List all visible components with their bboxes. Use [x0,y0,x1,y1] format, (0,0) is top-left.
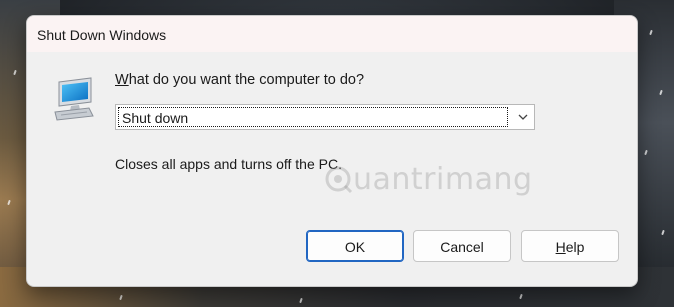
help-button-mnemonic: H [555,239,566,255]
quantrimang-logo-icon [325,166,353,194]
computer-icon [51,76,97,122]
dialog-titlebar[interactable]: Shut Down Windows [27,16,637,52]
help-button-text: elp [565,239,585,255]
selected-action: Shut down [122,110,189,126]
select-focus-rect: Shut down [118,107,508,127]
shutdown-dialog: Shut Down Windows What do you want the c… [26,15,638,287]
shutdown-action-select[interactable]: Shut down [115,104,535,130]
help-button[interactable]: Help [521,230,619,262]
question-label-mnemonic: W [115,72,129,88]
question-label-text: hat do you want the computer to do? [128,72,365,88]
cancel-button[interactable]: Cancel [413,230,511,262]
dialog-title: Shut Down Windows [37,27,167,43]
ok-button[interactable]: OK [306,230,404,262]
watermark-text: uantrimang [353,162,533,197]
watermark: uantrimang [323,162,533,197]
chevron-down-icon[interactable] [516,110,530,124]
question-label: What do you want the computer to do? [115,72,364,88]
action-description: Closes all apps and turns off the PC. [115,156,342,172]
